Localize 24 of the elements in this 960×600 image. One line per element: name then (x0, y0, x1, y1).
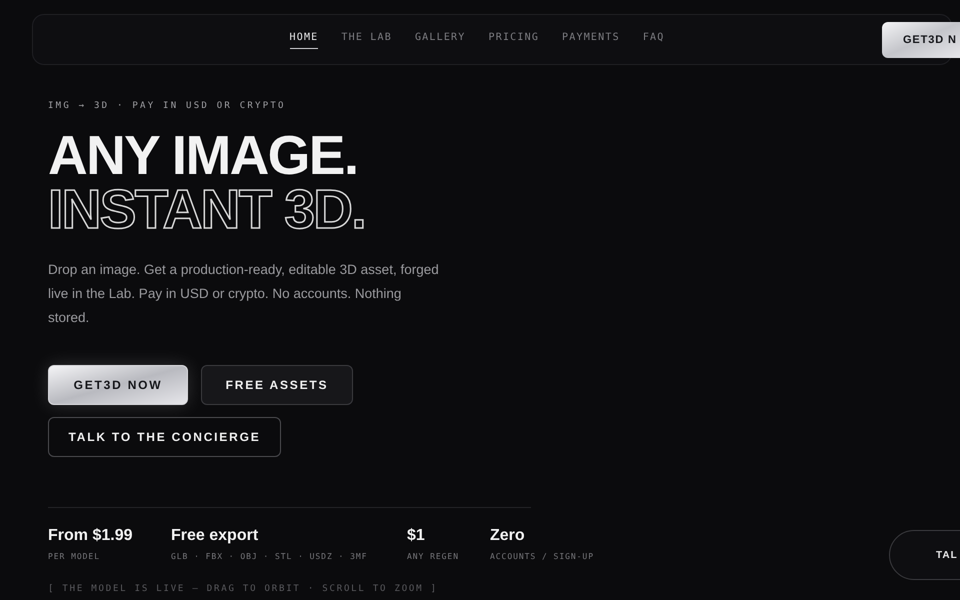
nav-link[interactable]: GALLERY (414, 30, 466, 49)
hero-title: ANY IMAGE. (48, 128, 358, 182)
hero-button[interactable]: GET3D NOW (48, 364, 188, 404)
stat-value: Zero (490, 526, 526, 546)
stat-caption: ANY REGEN (407, 550, 460, 562)
hero-title-outline: INSTANT 3D. (48, 182, 366, 236)
stat-value: From $1.99 (48, 526, 134, 546)
stat-caption: ACCOUNTS / SIGN-UP (490, 550, 594, 562)
nav-link[interactable]: PAYMENTS (562, 30, 620, 49)
nav-link[interactable]: HOME (290, 30, 318, 49)
stat-caption: PER MODEL (48, 550, 101, 562)
nav-link[interactable]: THE LAB (341, 30, 392, 49)
interaction-hint: [ THE MODEL IS LIVE — DRAG TO ORBIT · SCROLL TO ZOOM ] (48, 582, 439, 596)
hero-description: Drop an image. Get a production-ready, editable 3D asset, forged live in the Lab. Pay in USD or crypto. No accounts. Nothing stored. (48, 260, 440, 326)
concierge-button[interactable]: TAL (889, 530, 960, 580)
hero-button[interactable]: FREE ASSETS (201, 364, 353, 404)
stat-value: Free export (171, 526, 260, 546)
stat-value: $1 (407, 526, 426, 546)
stat-caption: GLB · FBX · OBJ · STL · USDZ · 3MF (171, 550, 368, 562)
get-started-button[interactable]: GET3D N (882, 22, 960, 58)
nav-link[interactable]: PRICING (488, 30, 540, 49)
hero-button[interactable]: TALK TO THE CONCIERGE (48, 416, 281, 456)
nav-link[interactable]: FAQ (642, 30, 664, 49)
eyebrow-text: IMG → 3D · PAY IN USD OR CRYPTO (48, 100, 287, 113)
